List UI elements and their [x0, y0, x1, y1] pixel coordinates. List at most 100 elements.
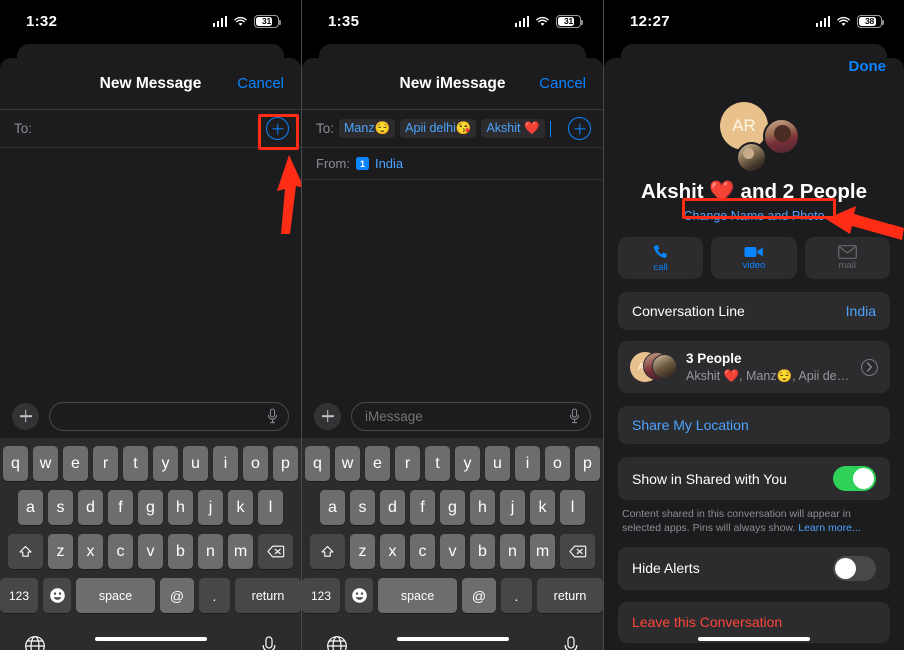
globe-icon[interactable]	[326, 635, 348, 650]
space-key[interactable]: space	[378, 578, 457, 613]
recipient-chip[interactable]: Apii delhi😘	[400, 119, 477, 138]
emoji-key[interactable]	[43, 578, 71, 613]
key-v[interactable]: v	[440, 534, 465, 569]
key-g[interactable]: g	[440, 490, 465, 525]
key-z[interactable]: z	[350, 534, 375, 569]
key-i[interactable]: i	[213, 446, 238, 481]
key-y[interactable]: y	[153, 446, 178, 481]
key-s[interactable]: s	[48, 490, 73, 525]
key-g[interactable]: g	[138, 490, 163, 525]
key-t[interactable]: t	[123, 446, 148, 481]
key-d[interactable]: d	[78, 490, 103, 525]
key-x[interactable]: x	[380, 534, 405, 569]
key-b[interactable]: b	[168, 534, 193, 569]
key-a[interactable]: a	[320, 490, 345, 525]
numbers-key[interactable]: 123	[302, 578, 340, 613]
key-z[interactable]: z	[48, 534, 73, 569]
key-d[interactable]: d	[380, 490, 405, 525]
done-button[interactable]: Done	[849, 58, 887, 75]
key-v[interactable]: v	[138, 534, 163, 569]
key-w[interactable]: w	[33, 446, 58, 481]
key-c[interactable]: c	[410, 534, 435, 569]
microphone-icon[interactable]	[569, 408, 580, 424]
at-key[interactable]: @	[160, 578, 194, 613]
microphone-icon[interactable]	[261, 635, 277, 650]
recipient-chip[interactable]: Akshit ❤️	[481, 119, 545, 138]
key-j[interactable]: j	[500, 490, 525, 525]
key-t[interactable]: t	[425, 446, 450, 481]
key-q[interactable]: q	[3, 446, 28, 481]
key-w[interactable]: w	[335, 446, 360, 481]
recipient-chip[interactable]: Manz😌	[339, 119, 396, 138]
message-input[interactable]	[49, 401, 289, 431]
key-y[interactable]: y	[455, 446, 480, 481]
from-field-row[interactable]: From: 1 India	[302, 148, 603, 180]
hide-alerts-toggle[interactable]	[833, 555, 876, 581]
group-avatar-cluster[interactable]: AR	[706, 102, 802, 176]
key-n[interactable]: n	[500, 534, 525, 569]
key-k[interactable]: k	[228, 490, 253, 525]
onscreen-keyboard[interactable]: q w e r t y u i o p a s d f g h j k l z …	[302, 438, 603, 650]
key-u[interactable]: u	[485, 446, 510, 481]
backspace-key[interactable]	[258, 534, 293, 569]
shared-with-you-row[interactable]: Show in Shared with You	[618, 457, 890, 500]
key-i[interactable]: i	[515, 446, 540, 481]
at-key[interactable]: @	[462, 578, 496, 613]
key-p[interactable]: p	[575, 446, 600, 481]
key-f[interactable]: f	[108, 490, 133, 525]
key-p[interactable]: p	[273, 446, 298, 481]
return-key[interactable]: return	[235, 578, 301, 613]
key-r[interactable]: r	[395, 446, 420, 481]
from-value[interactable]: India	[375, 156, 403, 171]
key-q[interactable]: q	[305, 446, 330, 481]
attachment-plus-button[interactable]	[12, 402, 39, 430]
key-j[interactable]: j	[198, 490, 223, 525]
key-m[interactable]: m	[228, 534, 253, 569]
backspace-key[interactable]	[560, 534, 595, 569]
numbers-key[interactable]: 123	[0, 578, 38, 613]
key-c[interactable]: c	[108, 534, 133, 569]
chevron-right-icon[interactable]	[861, 358, 878, 376]
key-f[interactable]: f	[410, 490, 435, 525]
key-o[interactable]: o	[545, 446, 570, 481]
key-l[interactable]: l	[258, 490, 283, 525]
key-r[interactable]: r	[93, 446, 118, 481]
people-row[interactable]: AR 3 People Akshit ❤️, Manz😌, Apii delhi…	[618, 341, 890, 393]
cancel-button[interactable]: Cancel	[237, 75, 284, 92]
shift-key[interactable]	[8, 534, 43, 569]
video-button[interactable]: video	[711, 237, 797, 279]
key-l[interactable]: l	[560, 490, 585, 525]
key-e[interactable]: e	[365, 446, 390, 481]
key-k[interactable]: k	[530, 490, 555, 525]
key-a[interactable]: a	[18, 490, 43, 525]
share-location-row[interactable]: Share My Location	[618, 406, 890, 444]
key-b[interactable]: b	[470, 534, 495, 569]
microphone-icon[interactable]	[563, 635, 579, 650]
key-m[interactable]: m	[530, 534, 555, 569]
key-e[interactable]: e	[63, 446, 88, 481]
conversation-line-row[interactable]: Conversation Line India	[618, 292, 890, 330]
call-button[interactable]: call	[618, 237, 704, 279]
key-n[interactable]: n	[198, 534, 223, 569]
cancel-button[interactable]: Cancel	[539, 75, 586, 92]
onscreen-keyboard[interactable]: q w e r t y u i o p a s d f g h j k l z …	[0, 438, 301, 650]
microphone-icon[interactable]	[267, 408, 278, 424]
key-h[interactable]: h	[470, 490, 495, 525]
learn-more-link[interactable]: Learn more...	[798, 522, 860, 534]
key-o[interactable]: o	[243, 446, 268, 481]
shared-with-you-toggle[interactable]	[833, 466, 876, 491]
return-key[interactable]: return	[537, 578, 603, 613]
key-h[interactable]: h	[168, 490, 193, 525]
space-key[interactable]: space	[76, 578, 155, 613]
to-field-row[interactable]: To:	[0, 110, 301, 148]
key-u[interactable]: u	[183, 446, 208, 481]
to-field-row[interactable]: To: Manz😌 Apii delhi😘 Akshit ❤️	[302, 110, 603, 148]
key-x[interactable]: x	[78, 534, 103, 569]
shift-key[interactable]	[310, 534, 345, 569]
add-contact-button[interactable]	[568, 117, 591, 140]
message-input[interactable]: iMessage	[351, 401, 591, 431]
attachment-plus-button[interactable]	[314, 402, 341, 430]
globe-icon[interactable]	[24, 635, 46, 650]
hide-alerts-row[interactable]: Hide Alerts	[618, 546, 890, 590]
period-key[interactable]: .	[199, 578, 230, 613]
